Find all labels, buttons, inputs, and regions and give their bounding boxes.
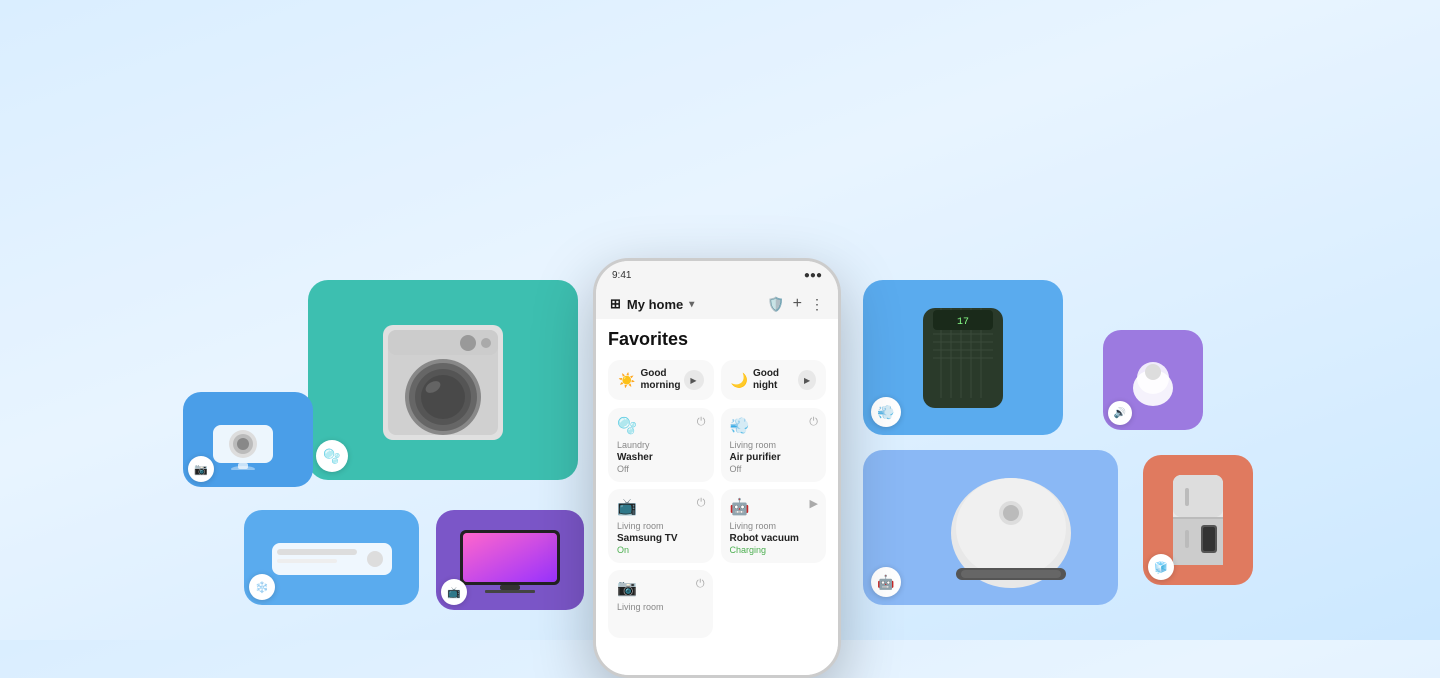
- status-time: 9:41: [612, 270, 631, 281]
- svg-text:17: 17: [957, 317, 969, 328]
- phone-mockup: 9:41 ●●● ⊞ My home ▾ 🛡️ + ⋮ Favorites: [593, 258, 841, 678]
- add-icon[interactable]: +: [793, 295, 802, 313]
- dropdown-arrow[interactable]: ▾: [689, 299, 694, 310]
- google-home-card: 🔊: [1103, 330, 1203, 430]
- camera-room: Living room: [617, 602, 704, 613]
- purifier-power-button[interactable]: ⏻: [809, 416, 818, 429]
- phone-content: Favorites ☀️ Good morning ▶ 🌙 Good night…: [596, 319, 838, 675]
- routine-morning[interactable]: ☀️ Good morning ▶: [608, 360, 714, 400]
- devices-row-2: 📺 Living room Samsung TV On ⏻ 🤖 Living r…: [608, 489, 826, 563]
- moon-icon: 🌙: [731, 372, 748, 389]
- air-purifier-image: 17: [903, 298, 1023, 418]
- morning-play-button[interactable]: ▶: [684, 370, 704, 390]
- camera-power-button[interactable]: ⏻: [696, 578, 705, 591]
- home-title[interactable]: My home: [627, 297, 683, 312]
- robot-vacuum-tile[interactable]: 🤖 Living room Robot vacuum Charging ▶: [721, 489, 827, 563]
- camera-badge: 📷: [188, 456, 214, 482]
- washer-badge: 🫧: [316, 440, 348, 472]
- robot-vacuum-image: [901, 468, 1081, 588]
- google-home-badge: 🔊: [1108, 401, 1132, 425]
- purifier-name: Air purifier: [730, 451, 818, 464]
- robot-vacuum-card: 🤖: [863, 450, 1118, 605]
- google-home-image: [1123, 350, 1183, 410]
- camera-card: 📷: [183, 392, 313, 487]
- washer-tile-icon: 🫧: [617, 416, 705, 436]
- washer-card: 🫧: [308, 280, 578, 480]
- tv-name: Samsung TV: [617, 532, 705, 545]
- ac-badge: ❄️: [249, 574, 275, 600]
- air-purifier-badge: 💨: [871, 397, 901, 427]
- air-purifier-tile-icon: 💨: [730, 416, 818, 436]
- tv-card: 📺: [436, 510, 584, 610]
- routine-night[interactable]: 🌙 Good night ▶: [721, 360, 827, 400]
- devices-row-3: 📷 Living room ⏻: [608, 570, 826, 638]
- purifier-status: Off: [730, 464, 818, 474]
- ac-image: [267, 533, 397, 583]
- phone-status-bar: 9:41 ●●●: [596, 261, 838, 289]
- washer-name: Washer: [617, 451, 705, 464]
- grid-icon: ⊞: [610, 296, 621, 312]
- tv-badge: 📺: [441, 579, 467, 605]
- ac-card: ❄️: [244, 510, 419, 605]
- washer-image: [368, 315, 518, 445]
- washer-status: Off: [617, 464, 705, 474]
- tv-status: On: [617, 545, 705, 555]
- vacuum-tile-icon: 🤖: [730, 497, 818, 517]
- washer-power-button[interactable]: ⏻: [697, 416, 706, 429]
- shield-icon[interactable]: 🛡️: [767, 296, 784, 313]
- vacuum-room: Living room: [730, 521, 818, 532]
- night-label: Good night: [753, 368, 798, 392]
- camera-image: [208, 410, 288, 470]
- phone-app-header[interactable]: ⊞ My home ▾ 🛡️ + ⋮: [596, 289, 838, 319]
- tv-tile[interactable]: 📺 Living room Samsung TV On ⏻: [608, 489, 714, 563]
- night-play-button[interactable]: ▶: [798, 370, 816, 390]
- sun-icon: ☀️: [618, 372, 635, 389]
- tv-image: [455, 525, 565, 595]
- vacuum-name: Robot vacuum: [730, 532, 818, 545]
- robot-vacuum-badge: 🤖: [871, 567, 901, 597]
- vacuum-play-button[interactable]: ▶: [810, 497, 818, 510]
- morning-label: Good morning: [640, 368, 680, 392]
- camera-tile-icon: 📷: [617, 578, 704, 598]
- tv-power-button[interactable]: ⏻: [697, 497, 706, 510]
- tv-room: Living room: [617, 521, 705, 532]
- devices-row-1: 🫧 Laundry Washer Off ⏻ 💨 Living room Air…: [608, 408, 826, 482]
- more-icon[interactable]: ⋮: [810, 296, 824, 313]
- tv-tile-icon: 📺: [617, 497, 705, 517]
- washer-tile[interactable]: 🫧 Laundry Washer Off ⏻: [608, 408, 714, 482]
- fridge-badge: 🧊: [1148, 554, 1174, 580]
- routines-row: ☀️ Good morning ▶ 🌙 Good night ▶: [608, 360, 826, 400]
- fridge-card: 🧊: [1143, 455, 1253, 585]
- favorites-heading: Favorites: [608, 329, 826, 350]
- fridge-image: [1163, 470, 1233, 570]
- air-purifier-card: 17 💨: [863, 280, 1063, 435]
- status-icons: ●●●: [804, 270, 822, 281]
- purifier-room: Living room: [730, 440, 818, 451]
- camera-tile[interactable]: 📷 Living room ⏻: [608, 570, 713, 638]
- washer-room: Laundry: [617, 440, 705, 451]
- vacuum-status: Charging: [730, 545, 818, 555]
- air-purifier-tile[interactable]: 💨 Living room Air purifier Off ⏻: [721, 408, 827, 482]
